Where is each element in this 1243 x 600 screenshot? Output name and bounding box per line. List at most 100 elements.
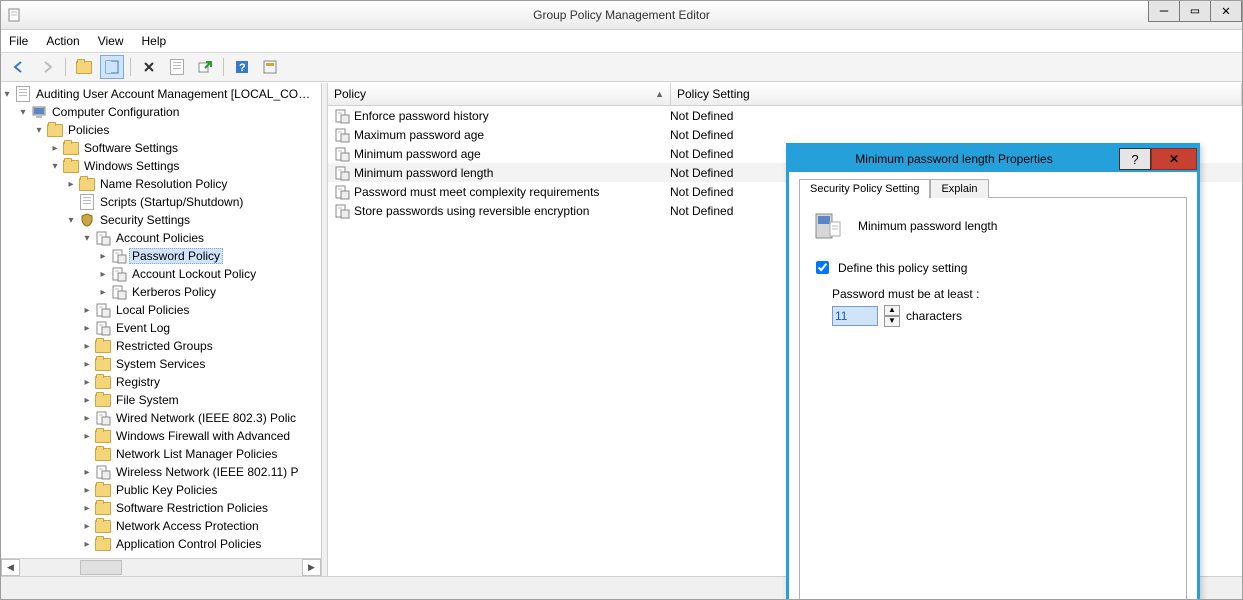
delete-button[interactable] [137, 55, 161, 79]
define-policy-label: Define this policy setting [838, 261, 967, 275]
tree-node[interactable]: ▸Wireless Network (IEEE 802.11) P [1, 463, 322, 481]
pol-icon [111, 284, 127, 300]
rule-label: Password must be at least : [832, 287, 1174, 301]
properties-dialog: Minimum password length Properties ? ✕ S… [786, 143, 1200, 600]
tree-node[interactable]: ▸Account Lockout Policy [1, 265, 322, 283]
tree-node[interactable]: ▸Name Resolution Policy [1, 175, 322, 193]
menubar: File Action View Help [1, 30, 1242, 53]
tree-node[interactable]: ▸Kerberos Policy [1, 283, 322, 301]
scroll-right-button[interactable]: ▶ [302, 559, 321, 576]
folder-icon [95, 500, 111, 516]
nav-forward-button[interactable] [35, 55, 59, 79]
tree-node[interactable]: ▸Network Access Protection [1, 517, 322, 535]
properties-button[interactable] [165, 55, 189, 79]
tree-node[interactable]: ▸Password Policy [1, 247, 322, 265]
tree-node[interactable]: ▾Security Settings [1, 211, 322, 229]
tree-node[interactable]: ▸Registry [1, 373, 322, 391]
tree-node[interactable]: ▸Wired Network (IEEE 802.3) Polic [1, 409, 322, 427]
policy-row[interactable]: Maximum password ageNot Defined [328, 125, 1242, 144]
tree-node[interactable]: ▾Windows Settings [1, 157, 322, 175]
tree-node[interactable]: ▸Application Control Policies [1, 535, 322, 553]
tree-node[interactable]: ▾Policies [1, 121, 322, 139]
col-policy-setting[interactable]: Policy Setting [671, 83, 1242, 105]
tree-node[interactable]: ▸System Services [1, 355, 322, 373]
pc-icon [31, 104, 47, 120]
nav-back-button[interactable] [7, 55, 31, 79]
help-button[interactable]: ? [230, 55, 254, 79]
dialog-titlebar[interactable]: Minimum password length Properties ? ✕ [789, 146, 1197, 172]
pol-icon [111, 248, 127, 264]
col-policy[interactable]: Policy ▲ [328, 83, 671, 105]
policy-icon [334, 203, 350, 219]
scroll-hbar[interactable] [20, 560, 302, 575]
doc-icon [15, 86, 31, 102]
tab-explain[interactable]: Explain [930, 179, 988, 198]
policy-icon [334, 165, 350, 181]
min-length-input[interactable] [832, 306, 878, 326]
up-folder-button[interactable] [72, 55, 96, 79]
filter-button[interactable] [258, 55, 282, 79]
tree-node[interactable]: Scripts (Startup/Shutdown) [1, 193, 322, 211]
policy-icon [334, 127, 350, 143]
pol-icon [95, 464, 111, 480]
menu-file[interactable]: File [9, 34, 28, 48]
menu-help[interactable]: Help [142, 34, 167, 48]
tree-node[interactable]: ▸Restricted Groups [1, 337, 322, 355]
spin-down-button[interactable]: ▼ [884, 316, 900, 327]
dialog-title: Minimum password length Properties [789, 152, 1119, 166]
folder-icon [63, 140, 79, 156]
tree-node[interactable]: ▸Windows Firewall with Advanced [1, 427, 322, 445]
folder-icon [95, 446, 111, 462]
shield-icon [79, 212, 95, 228]
minimize-button[interactable]: — [1148, 1, 1180, 22]
toolbar: ? [1, 53, 1242, 82]
export-button[interactable] [193, 55, 217, 79]
doc-icon [79, 194, 95, 210]
define-policy-checkbox[interactable] [816, 261, 829, 274]
policy-icon [334, 184, 350, 200]
folder-icon [79, 176, 95, 192]
folder-icon [95, 392, 111, 408]
dialog-tabs: Security Policy Setting Explain [799, 178, 1187, 197]
folder-icon [47, 122, 63, 138]
menu-view[interactable]: View [98, 34, 124, 48]
tab-security-policy-setting[interactable]: Security Policy Setting [799, 179, 930, 198]
scroll-left-button[interactable]: ◀ [1, 559, 20, 576]
close-button[interactable]: ✕ [1210, 1, 1242, 22]
tab-panel: Minimum password length Define this poli… [799, 197, 1187, 600]
list-header: Policy ▲ Policy Setting [328, 83, 1242, 106]
tree-node[interactable]: ▸Software Settings [1, 139, 322, 157]
menu-action[interactable]: Action [46, 34, 79, 48]
tree-node[interactable]: ▸Software Restriction Policies [1, 499, 322, 517]
pol-icon [111, 266, 127, 282]
policy-icon [334, 108, 350, 124]
folder-icon [63, 158, 79, 174]
dialog-close-button[interactable]: ✕ [1151, 148, 1197, 170]
tree-node[interactable]: ▸Local Policies [1, 301, 322, 319]
folder-icon [95, 338, 111, 354]
tree-node[interactable]: ▸Event Log [1, 319, 322, 337]
tree-pane[interactable]: ▾ Auditing User Account Management [LOCA… [1, 83, 322, 576]
policy-icon [334, 146, 350, 162]
tree-node[interactable]: ▸File System [1, 391, 322, 409]
tree-node[interactable]: ▾Computer Configuration [1, 103, 322, 121]
tree-node[interactable]: Network List Manager Policies [1, 445, 322, 463]
window-title: Group Policy Management Editor [1, 8, 1242, 22]
tree-root[interactable]: ▾ Auditing User Account Management [LOCA… [1, 85, 322, 103]
tree-node[interactable]: ▾Account Policies [1, 229, 322, 247]
policy-name-label: Minimum password length [858, 219, 997, 233]
spin-up-button[interactable]: ▲ [884, 305, 900, 316]
tree-node[interactable]: ▸Public Key Policies [1, 481, 322, 499]
show-tree-button[interactable] [100, 55, 124, 79]
body: ▾ Auditing User Account Management [LOCA… [1, 82, 1242, 576]
folder-icon [95, 536, 111, 552]
app-window: Group Policy Management Editor — ▭ ✕ Fil… [0, 0, 1243, 600]
unit-label: characters [906, 309, 962, 323]
dialog-help-button[interactable]: ? [1119, 148, 1151, 170]
policy-row[interactable]: Enforce password historyNot Defined [328, 106, 1242, 125]
pol-icon [95, 302, 111, 318]
maximize-button[interactable]: ▭ [1179, 1, 1211, 22]
folder-icon [95, 428, 111, 444]
folder-icon [95, 356, 111, 372]
titlebar: Group Policy Management Editor — ▭ ✕ [1, 1, 1242, 30]
